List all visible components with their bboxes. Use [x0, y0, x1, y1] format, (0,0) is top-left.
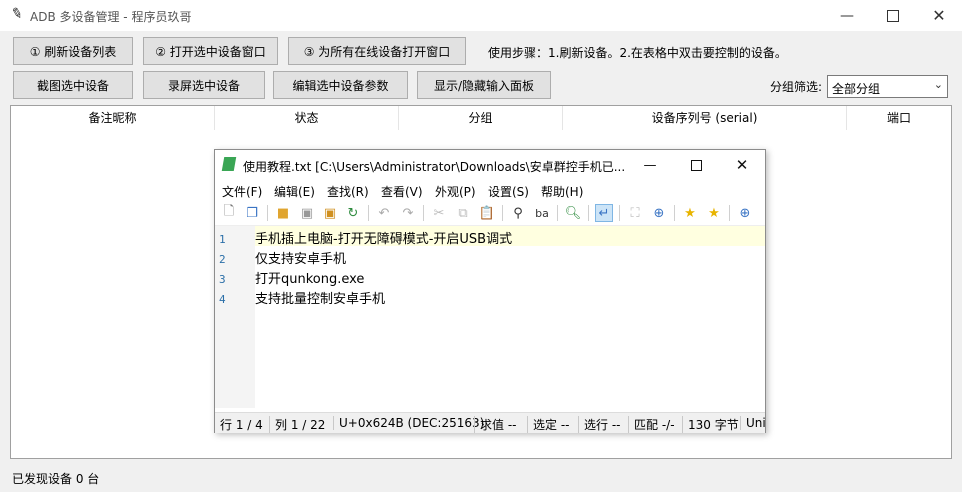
- paste-icon[interactable]: 📋: [478, 204, 496, 222]
- notepad-title: 使用教程.txt [C:\Users\Administrator\Downloa…: [243, 160, 626, 174]
- status-bytes: 130 字节: [682, 416, 739, 433]
- editor-line: 仅支持安卓手机: [255, 252, 347, 267]
- window-title: ADB 多设备管理 - 程序员玖哥: [30, 10, 192, 24]
- edit-device-params-button[interactable]: 编辑选中设备参数: [273, 71, 408, 99]
- favorite-star-icon[interactable]: ★: [681, 204, 699, 222]
- redo-icon[interactable]: ↷: [399, 204, 417, 222]
- new-file-icon[interactable]: 🗋: [220, 204, 238, 222]
- column-header-group[interactable]: 分组: [399, 106, 563, 130]
- menu-file[interactable]: 文件(F): [222, 183, 262, 200]
- status-line: 行 1 / 4: [220, 418, 263, 432]
- toolbar-separator: [588, 205, 589, 221]
- title-bar: ✎ ADB 多设备管理 - 程序员玖哥 — ✕: [0, 0, 962, 31]
- status-char-code: U+0x624B (DEC:25163): [333, 416, 484, 430]
- editor-line: 打开qunkong.exe: [255, 272, 365, 287]
- status-eval: 求值 --: [474, 416, 516, 433]
- add-favorite-icon[interactable]: ★: [705, 204, 723, 222]
- status-selection: 选定 --: [527, 416, 569, 433]
- minimize-icon: —: [840, 7, 854, 24]
- toolbar-separator: [729, 205, 730, 221]
- toolbar-separator: [423, 205, 424, 221]
- column-header-nickname[interactable]: 备注昵称: [11, 106, 215, 130]
- toolbar-separator: [502, 205, 503, 221]
- device-count-status: 已发现设备 0 台: [12, 472, 100, 486]
- open-selected-window-button[interactable]: ② 打开选中设备窗口: [143, 37, 278, 65]
- toolbar-separator: [674, 205, 675, 221]
- close-button[interactable]: ✕: [916, 0, 962, 31]
- notepad-toolbar: 🗋 ❐ ■ ▣ ▣ ↻ ↶ ↷ ✂ ⧉ 📋 ⚲ ba 🔍︎ ↵ ⛶ ⊕ ★ ★ …: [215, 201, 765, 226]
- notepad-close-button[interactable]: ✕: [719, 150, 765, 180]
- maximize-icon: [887, 9, 899, 22]
- menu-help[interactable]: 帮助(H): [541, 183, 583, 200]
- close-icon: ✕: [932, 6, 946, 25]
- status-selected-lines: 选行 --: [578, 416, 620, 433]
- minimize-button[interactable]: —: [824, 0, 870, 31]
- line-number: 4: [219, 293, 226, 306]
- save-as-icon[interactable]: ▣: [321, 204, 339, 222]
- open-folder-icon[interactable]: ■: [274, 204, 292, 222]
- maximize-icon: [690, 159, 702, 171]
- notepad-menu-bar: 文件(F) 编辑(E) 查找(R) 查看(V) 外观(P) 设置(S) 帮助(H…: [215, 180, 765, 200]
- toolbar-separator: [557, 205, 558, 221]
- status-encoding: Uni: [740, 416, 766, 430]
- menu-edit[interactable]: 编辑(E): [274, 183, 315, 200]
- usage-steps: 使用步骤：1.刷新设备。2.在表格中双击要控制的设备。: [488, 46, 787, 60]
- menu-appearance[interactable]: 外观(P): [435, 183, 476, 200]
- menu-find[interactable]: 查找(R): [327, 183, 369, 200]
- notepad-maximize-button[interactable]: [673, 150, 719, 180]
- column-header-status[interactable]: 状态: [215, 106, 399, 130]
- column-header-port[interactable]: 端口: [847, 106, 951, 130]
- notepad-minimize-button[interactable]: —: [627, 150, 673, 180]
- goto-icon[interactable]: 🔍︎: [564, 204, 582, 222]
- line-number: 1: [219, 233, 226, 246]
- find-icon[interactable]: ⚲: [509, 204, 527, 222]
- toolbar-separator: [368, 205, 369, 221]
- menu-view[interactable]: 查看(V): [381, 183, 423, 200]
- menu-settings[interactable]: 设置(S): [488, 183, 529, 200]
- save-icon[interactable]: ▣: [298, 204, 316, 222]
- editor-line: 支持批量控制安卓手机: [255, 292, 386, 307]
- toggle-input-panel-button[interactable]: 显示/隐藏输入面板: [417, 71, 551, 99]
- toolbar-separator: [267, 205, 268, 221]
- fullscreen-icon[interactable]: ⛶: [626, 204, 644, 222]
- word-wrap-icon[interactable]: ↵: [595, 204, 613, 222]
- group-filter-label: 分组筛选:: [770, 80, 823, 94]
- cut-icon[interactable]: ✂: [430, 204, 448, 222]
- column-header-serial[interactable]: 设备序列号 (serial): [563, 106, 847, 130]
- toolbar-separator: [619, 205, 620, 221]
- notepad-status-bar: 行 1 / 4 列 1 / 22 U+0x624B (DEC:25163) 求值…: [215, 412, 766, 433]
- open-all-online-button[interactable]: ③ 为所有在线设备打开窗口: [288, 37, 466, 65]
- notepad-app-icon: [221, 157, 237, 171]
- status-column: 列 1 / 22: [269, 416, 325, 433]
- new-window-icon[interactable]: ❐: [243, 204, 261, 222]
- notepad-window[interactable]: 使用教程.txt [C:\Users\Administrator\Downloa…: [214, 149, 766, 433]
- zoom-in-icon[interactable]: ⊕: [736, 204, 754, 222]
- editor-line: 手机插上电脑-打开无障碍模式-开启USB调式: [255, 232, 513, 247]
- notepad-title-bar: 使用教程.txt [C:\Users\Administrator\Downloa…: [215, 150, 765, 180]
- copy-icon[interactable]: ⧉: [454, 204, 472, 222]
- screenshot-device-button[interactable]: 截图选中设备: [13, 71, 133, 99]
- line-number: 2: [219, 253, 226, 266]
- chevron-down-icon: ⌄: [933, 78, 943, 91]
- close-icon: ✕: [735, 156, 749, 174]
- record-device-button[interactable]: 录屏选中设备: [143, 71, 265, 99]
- feather-icon: ✎: [9, 4, 25, 24]
- line-number-gutter: 1 2 3 4: [215, 226, 255, 408]
- status-match: 匹配 -/-: [628, 416, 675, 433]
- replace-icon[interactable]: ba: [533, 204, 551, 222]
- undo-icon[interactable]: ↶: [375, 204, 393, 222]
- zoom-icon[interactable]: ⊕: [650, 204, 668, 222]
- reload-icon[interactable]: ↻: [344, 204, 362, 222]
- maximize-button[interactable]: [870, 0, 916, 31]
- refresh-devices-button[interactable]: ① 刷新设备列表: [13, 37, 133, 65]
- group-filter-select[interactable]: 全部分组 ⌄: [827, 75, 948, 98]
- line-number: 3: [219, 273, 226, 286]
- minimize-icon: —: [643, 157, 657, 173]
- group-filter-value: 全部分组: [832, 82, 881, 96]
